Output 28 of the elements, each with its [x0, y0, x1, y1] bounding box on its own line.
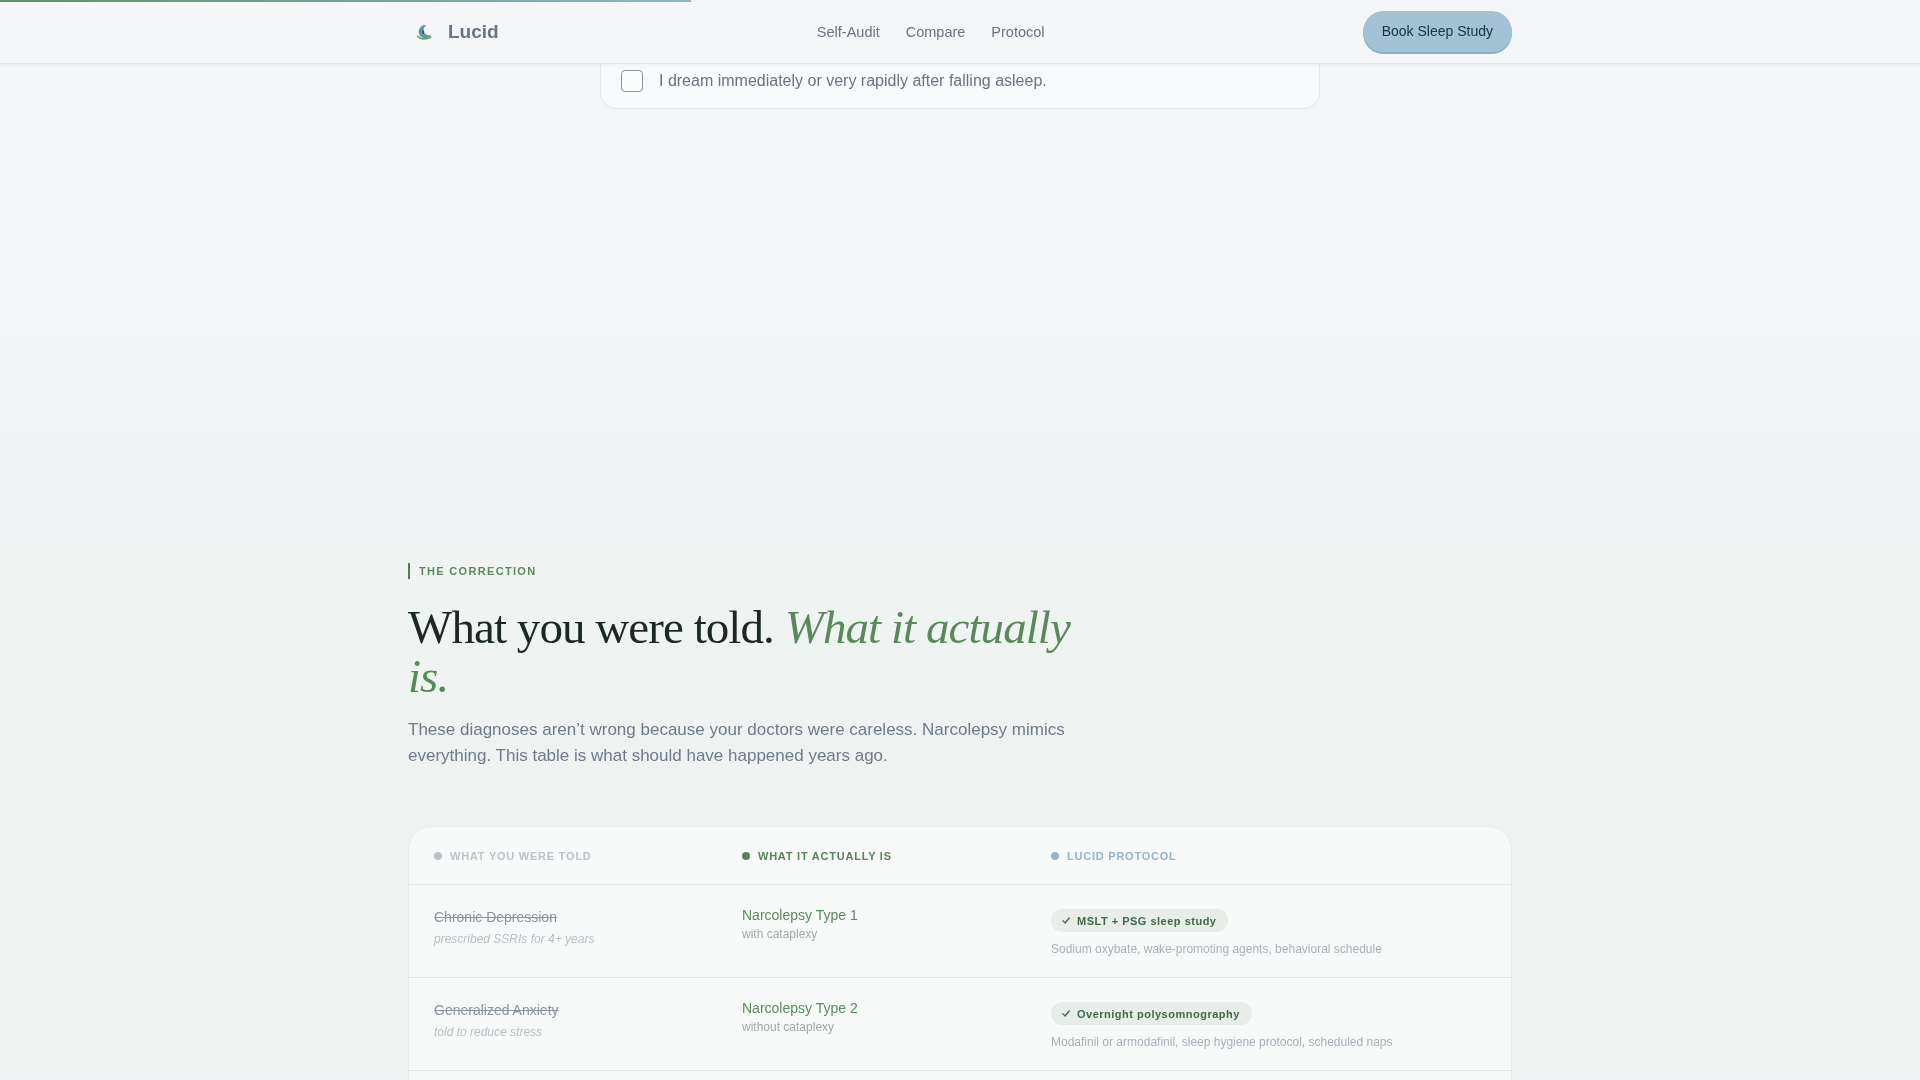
section-eyebrow: THE CORRECTION: [408, 563, 537, 579]
diagnosis-name: Generalized Anxiety: [434, 1001, 560, 1020]
column-header: LUCID PROTOCOL: [1067, 848, 1177, 863]
protocol-note: Sodium oxybate, wake-promoting agents, behavioral schedule: [1051, 941, 1383, 957]
diagnosis-name: Chronic Depression: [434, 908, 558, 927]
nav-link[interactable]: Compare: [905, 21, 966, 42]
checkbox[interactable]: [621, 70, 643, 92]
crescent-moon-icon: [416, 23, 432, 40]
condition-name: Narcolepsy Type 1: [742, 906, 859, 925]
column-header: WHAT IT ACTUALLY IS: [758, 848, 892, 863]
intro-paragraph: These diagnoses aren’t wrong because your doctors were careless. Narcolepsy mimics everything. This table is what should have happened years ago.: [408, 719, 1066, 767]
condition-note: with cataplexy: [742, 926, 819, 943]
nav-link[interactable]: Self-Audit: [816, 21, 880, 42]
diagnosis-note: prescribed SSRIs for 4+ years: [434, 931, 596, 948]
section-heading: What you were told. What it actually is.: [408, 603, 1072, 701]
book-sleep-study-button[interactable]: Book Sleep Study: [1362, 11, 1512, 52]
nav-link[interactable]: Protocol: [991, 21, 1045, 42]
brand-link[interactable]: Lucid: [448, 19, 499, 44]
check-icon: [1062, 917, 1070, 924]
tag-label: MSLT + PSG sleep study: [1077, 913, 1217, 928]
question-text: I dream immediately or very rapidly after falling asleep.: [659, 71, 1047, 91]
protocol-note: Modafinil or armodafinil, sleep hygiene protocol, scheduled naps: [1051, 1034, 1394, 1050]
diagnosis-note: told to reduce stress: [434, 1024, 544, 1041]
check-icon: [1062, 1010, 1070, 1017]
condition-name: Narcolepsy Type 2: [742, 999, 859, 1018]
column-header: WHAT YOU WERE TOLD: [450, 848, 592, 863]
condition-note: without cataplexy: [742, 1019, 836, 1036]
tag-label: Overnight polysomnography: [1077, 1006, 1240, 1021]
